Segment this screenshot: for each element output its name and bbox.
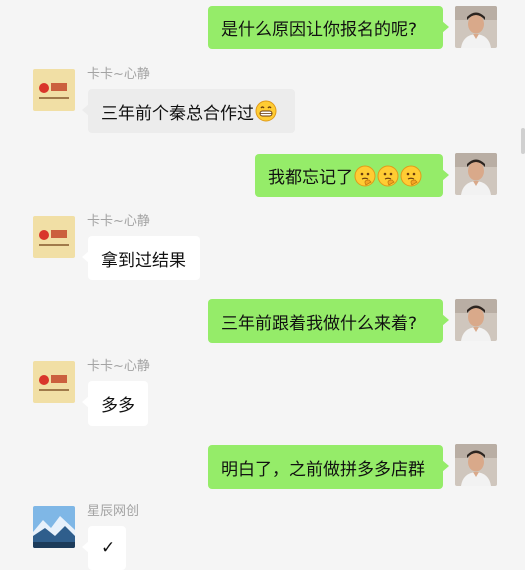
message-text: 三年前跟着我做什么来着? — [221, 313, 418, 334]
self-avatar-image — [455, 153, 497, 195]
self-avatar-image — [455, 444, 497, 486]
self-avatar[interactable] — [455, 153, 497, 195]
contact-avatar[interactable] — [33, 361, 75, 403]
self-avatar[interactable] — [455, 444, 497, 486]
thinking-face-emoji-icon — [377, 165, 399, 186]
contact-avatar-image — [33, 216, 75, 258]
self-avatar[interactable] — [455, 6, 497, 48]
sender-name: 星辰网创 — [87, 504, 140, 519]
chat-message-area[interactable]: 是什么原因让你报名的呢? 卡卡~心静 三年前个秦总合作过 我都忘记了 卡卡~心静… — [0, 0, 525, 570]
message-text: 我都忘记了 — [268, 168, 353, 188]
message-text: 多多 — [101, 396, 135, 416]
contact-avatar[interactable] — [33, 506, 75, 548]
incoming-message-bubble[interactable]: ✓ — [82, 526, 126, 570]
message-text: 三年前个秦总合作过 — [101, 103, 254, 124]
scrollbar[interactable] — [521, 128, 525, 154]
self-avatar[interactable] — [455, 299, 497, 341]
self-avatar-image — [455, 6, 497, 48]
contact-avatar-image — [33, 69, 75, 111]
contact-avatar[interactable] — [33, 216, 75, 258]
sender-name: 卡卡~心静 — [87, 214, 150, 229]
outgoing-message-bubble[interactable]: 明白了，之前做拼多多店群 — [208, 445, 449, 489]
thinking-face-emoji-icon — [400, 165, 422, 186]
message-text: 明白了，之前做拼多多店群 — [221, 459, 425, 480]
message-text: 是什么原因让你报名的呢? — [221, 20, 418, 40]
sender-name: 卡卡~心静 — [87, 359, 150, 374]
sender-name: 卡卡~心静 — [87, 67, 150, 82]
incoming-message-bubble[interactable]: 多多 — [82, 381, 148, 426]
incoming-message-bubble[interactable]: 拿到过结果 — [82, 236, 200, 280]
contact-avatar-image — [33, 506, 75, 548]
outgoing-message-bubble[interactable]: 三年前跟着我做什么来着? — [208, 299, 449, 343]
self-avatar-image — [455, 299, 497, 341]
outgoing-message-bubble[interactable]: 是什么原因让你报名的呢? — [208, 6, 449, 49]
contact-avatar[interactable] — [33, 69, 75, 111]
outgoing-message-bubble[interactable]: 我都忘记了 — [255, 154, 449, 197]
thinking-face-emoji-icon — [354, 165, 376, 186]
grinning-face-emoji-icon — [255, 100, 277, 122]
message-text: ✓ — [101, 538, 116, 558]
contact-avatar-image — [33, 361, 75, 403]
incoming-message-bubble[interactable]: 三年前个秦总合作过 — [82, 89, 295, 133]
message-text: 拿到过结果 — [101, 250, 186, 271]
